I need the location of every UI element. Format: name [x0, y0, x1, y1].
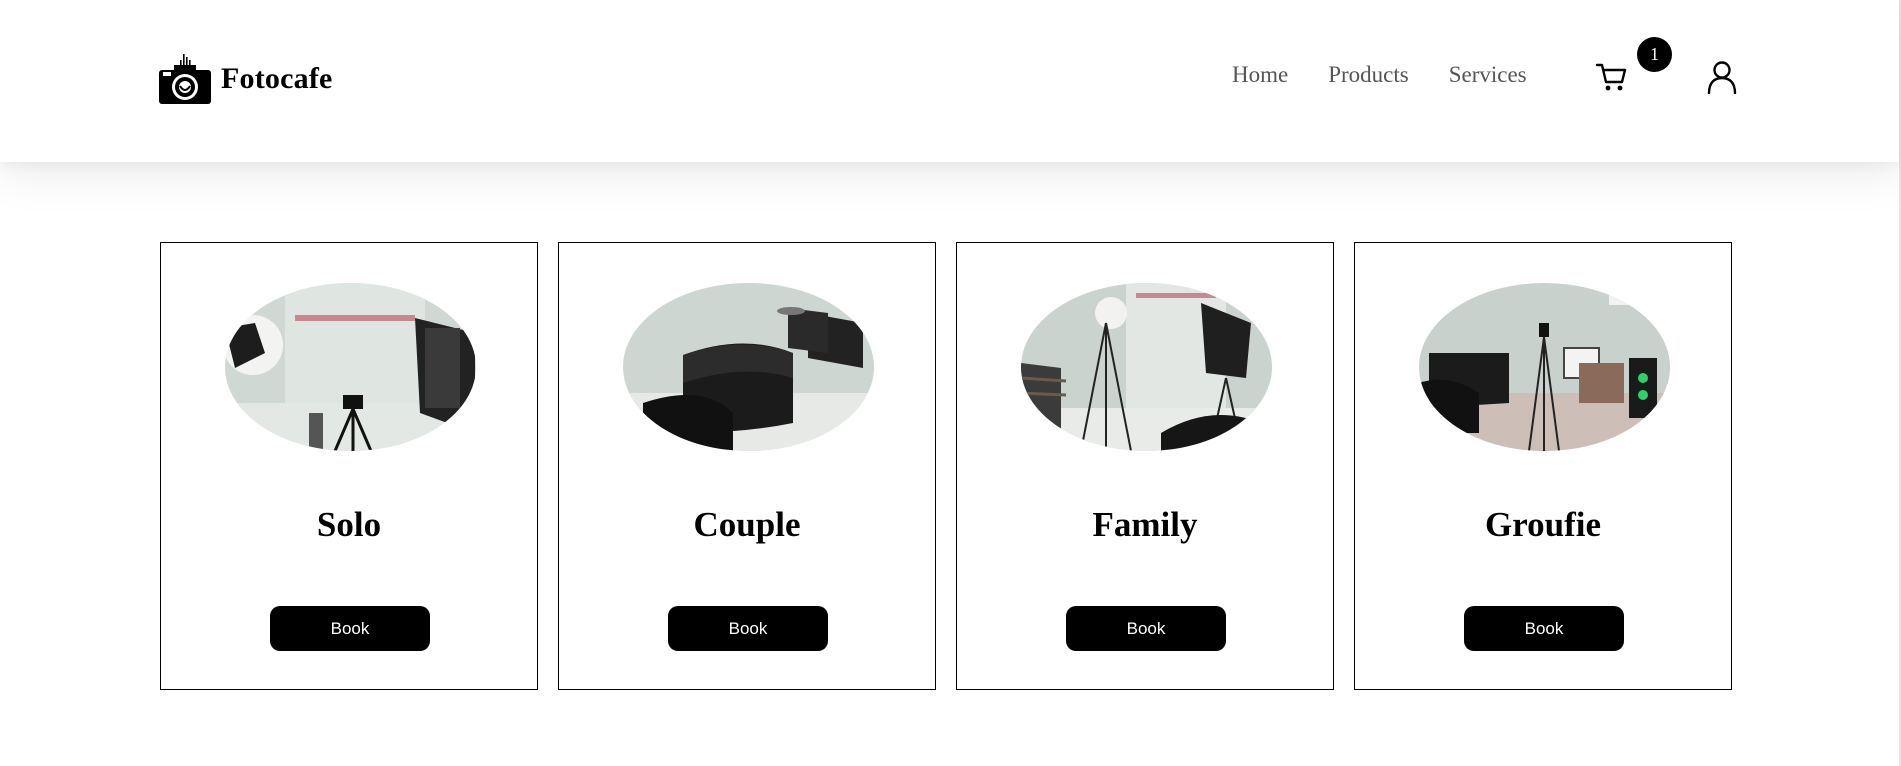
user-icon[interactable]	[1706, 60, 1738, 94]
nav-home-link[interactable]: Home	[1232, 62, 1288, 88]
cart-icon[interactable]	[1595, 60, 1629, 94]
package-card-couple: Couple Book	[558, 242, 936, 690]
brand-logo[interactable]: Fotocafe	[159, 52, 333, 106]
main-nav: Home Products Services	[1232, 62, 1527, 88]
package-cards: Solo Book Couple Book Family Book Groufi…	[160, 242, 1732, 690]
site-header: Fotocafe Home Products Services 1	[0, 0, 1899, 162]
book-couple-button[interactable]: Book	[668, 606, 828, 651]
package-title: Groufie	[1484, 505, 1601, 544]
book-solo-button[interactable]: Book	[270, 606, 430, 651]
package-card-solo: Solo Book	[160, 242, 538, 690]
package-card-groufie: Groufie Book	[1354, 242, 1732, 690]
cart-count-badge: 1	[1637, 37, 1672, 72]
studio-photo-couple	[623, 283, 874, 451]
studio-photo-solo	[225, 283, 476, 451]
studio-photo-family	[1021, 283, 1272, 451]
package-title: Solo	[316, 505, 382, 544]
package-title: Family	[1092, 505, 1198, 544]
nav-services-link[interactable]: Services	[1449, 62, 1527, 88]
nav-products-link[interactable]: Products	[1328, 62, 1409, 88]
package-card-family: Family Book	[956, 242, 1334, 690]
camera-logo-icon	[159, 54, 211, 104]
studio-photo-groufie	[1419, 283, 1670, 451]
book-groufie-button[interactable]: Book	[1464, 606, 1624, 651]
book-family-button[interactable]: Book	[1066, 606, 1226, 651]
brand-name: Fotocafe	[221, 62, 333, 95]
package-title: Couple	[693, 505, 801, 544]
